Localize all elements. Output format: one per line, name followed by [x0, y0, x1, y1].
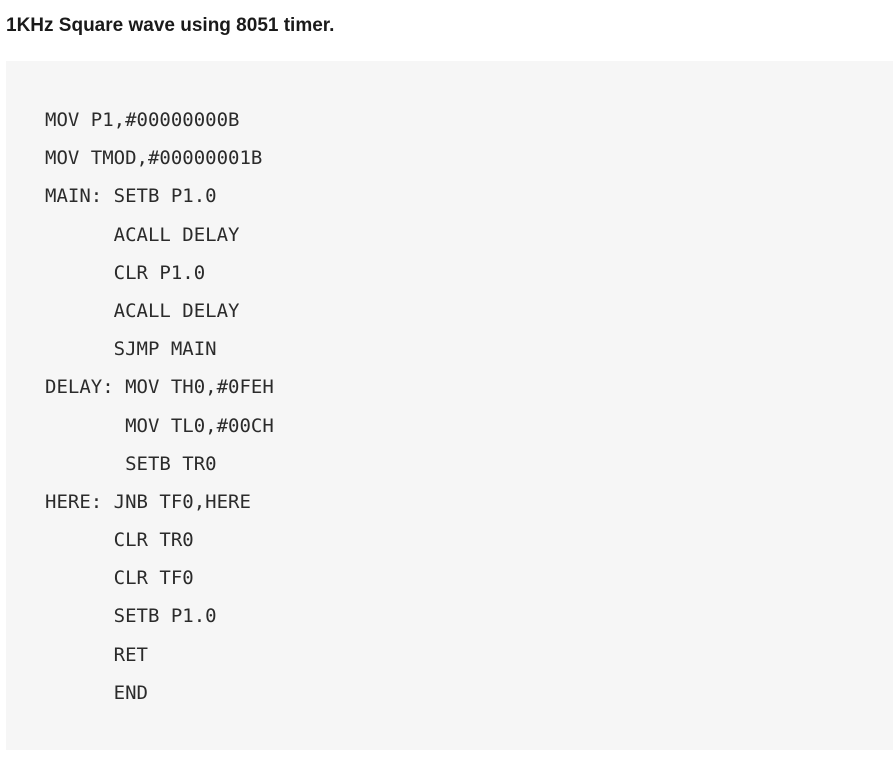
page-title: 1KHz Square wave using 8051 timer.	[6, 15, 335, 36]
code-line: ACALL DELAY	[45, 299, 240, 322]
code-line: CLR TF0	[45, 567, 194, 590]
code-line: SETB TR0	[45, 452, 217, 475]
code-line: END	[45, 681, 148, 704]
code-line: MOV TL0,#00CH	[45, 414, 274, 437]
code-line: CLR TR0	[45, 529, 194, 552]
code-line: MOV P1,#00000000B	[45, 109, 240, 131]
code-listing: MOV P1,#00000000B MOV TMOD,#00000001B MA…	[45, 108, 274, 719]
code-line: DELAY: MOV TH0,#0FEH	[45, 376, 274, 399]
code-line: RET	[45, 643, 148, 666]
code-line: SETB P1.0	[45, 605, 217, 628]
code-line: SJMP MAIN	[45, 338, 217, 361]
code-block: MOV P1,#00000000B MOV TMOD,#00000001B MA…	[6, 61, 893, 750]
code-line: MOV TMOD,#00000001B	[45, 147, 263, 170]
code-line: ACALL DELAY	[45, 223, 240, 246]
code-line: CLR P1.0	[45, 261, 206, 284]
code-line: HERE: JNB TF0,HERE	[45, 490, 251, 513]
code-line: MAIN: SETB P1.0	[45, 185, 217, 208]
